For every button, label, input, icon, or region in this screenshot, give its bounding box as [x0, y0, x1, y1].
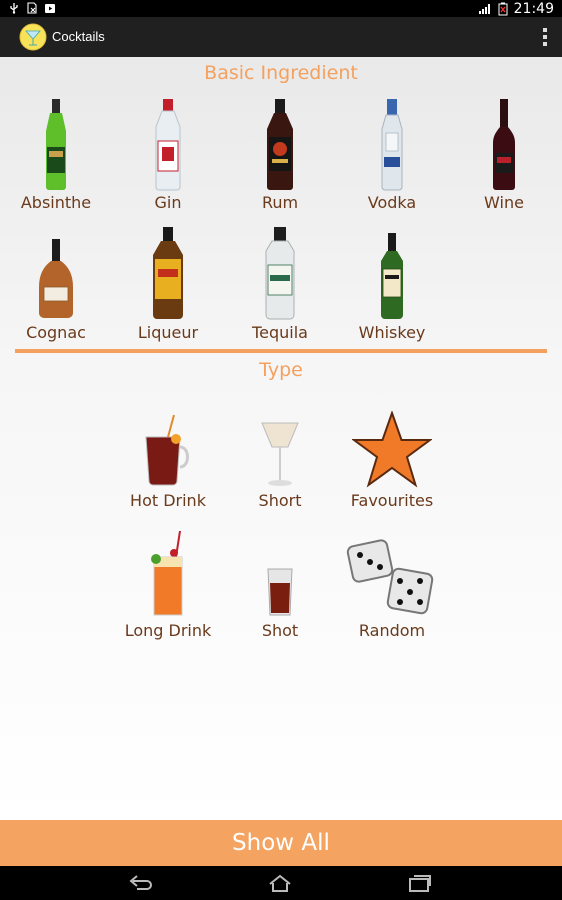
sim-missing-icon [27, 2, 37, 14]
ingredient-label: Tequila [252, 323, 308, 342]
vodka-bottle-icon [381, 99, 403, 191]
type-favourites[interactable]: Favourites [336, 393, 448, 510]
long-drink-icon [151, 530, 183, 616]
type-shot[interactable]: Shot [224, 523, 336, 640]
usb-icon [10, 3, 18, 14]
type-random[interactable]: Random [336, 523, 448, 640]
recent-apps-icon[interactable] [407, 873, 433, 893]
shot-glass-icon [267, 568, 293, 616]
hot-drink-icon [145, 414, 189, 486]
type-label: Hot Drink [130, 491, 206, 510]
basic-ingredient-title: Basic Ingredient [204, 62, 358, 84]
ingredient-label: Liqueur [137, 323, 199, 342]
type-label: Short [258, 491, 302, 510]
rum-bottle-icon [267, 99, 293, 190]
gin-bottle-icon [155, 99, 181, 191]
section-divider [15, 349, 547, 353]
ingredient-label: Cognac [26, 323, 86, 342]
navigation-bar [0, 866, 562, 900]
ingredient-vodka[interactable]: Vodka [336, 95, 448, 212]
show-all-button[interactable]: Show All [0, 820, 562, 866]
status-bar: 21:49 [0, 0, 562, 17]
back-icon[interactable] [127, 873, 153, 893]
whiskey-bottle-icon [381, 233, 403, 319]
action-bar: Cocktails [0, 17, 562, 57]
ingredient-label: Gin [154, 193, 182, 212]
tequila-bottle-icon [265, 227, 295, 320]
ingredient-label: Wine [484, 193, 524, 212]
type-label: Long Drink [124, 621, 212, 640]
ingredient-gin[interactable]: Gin [112, 95, 224, 212]
cocktail-logo-icon[interactable] [19, 23, 47, 51]
type-short[interactable]: Short [224, 393, 336, 510]
absinthe-bottle-icon [46, 99, 66, 190]
ingredient-liqueur[interactable]: Liqueur [112, 225, 224, 342]
cognac-bottle-icon [39, 239, 73, 318]
ingredient-tequila[interactable]: Tequila [224, 225, 336, 342]
ingredient-label: Vodka [367, 193, 417, 212]
star-icon [352, 411, 432, 488]
type-label: Shot [261, 621, 299, 640]
dice-icon [346, 539, 434, 615]
short-cocktail-icon [261, 422, 299, 486]
type-label: Random [358, 621, 426, 640]
liqueur-bottle-icon [153, 227, 183, 319]
ingredient-whiskey[interactable]: Whiskey [336, 225, 448, 342]
app-title: Cocktails [52, 29, 105, 44]
battery-icon [498, 2, 508, 15]
overflow-menu-icon[interactable] [542, 28, 548, 46]
main-content: Basic Ingredient Absinthe Gin Rum Vodka … [0, 57, 562, 820]
ingredient-label: Whiskey [358, 323, 426, 342]
ingredient-label: Absinthe [20, 193, 92, 212]
play-store-icon [45, 4, 55, 13]
type-label: Favourites [350, 491, 434, 510]
ingredient-rum[interactable]: Rum [224, 95, 336, 212]
type-hot-drink[interactable]: Hot Drink [112, 393, 224, 510]
wine-bottle-icon [493, 99, 515, 190]
clock: 21:49 [513, 0, 554, 17]
ingredient-cognac[interactable]: Cognac [0, 225, 112, 342]
signal-icon [478, 3, 490, 14]
ingredient-label: Rum [261, 193, 299, 212]
ingredient-wine[interactable]: Wine [448, 95, 560, 212]
home-icon[interactable] [267, 873, 293, 893]
type-long-drink[interactable]: Long Drink [112, 523, 224, 640]
type-title: Type [259, 359, 303, 381]
ingredient-absinthe[interactable]: Absinthe [0, 95, 112, 212]
